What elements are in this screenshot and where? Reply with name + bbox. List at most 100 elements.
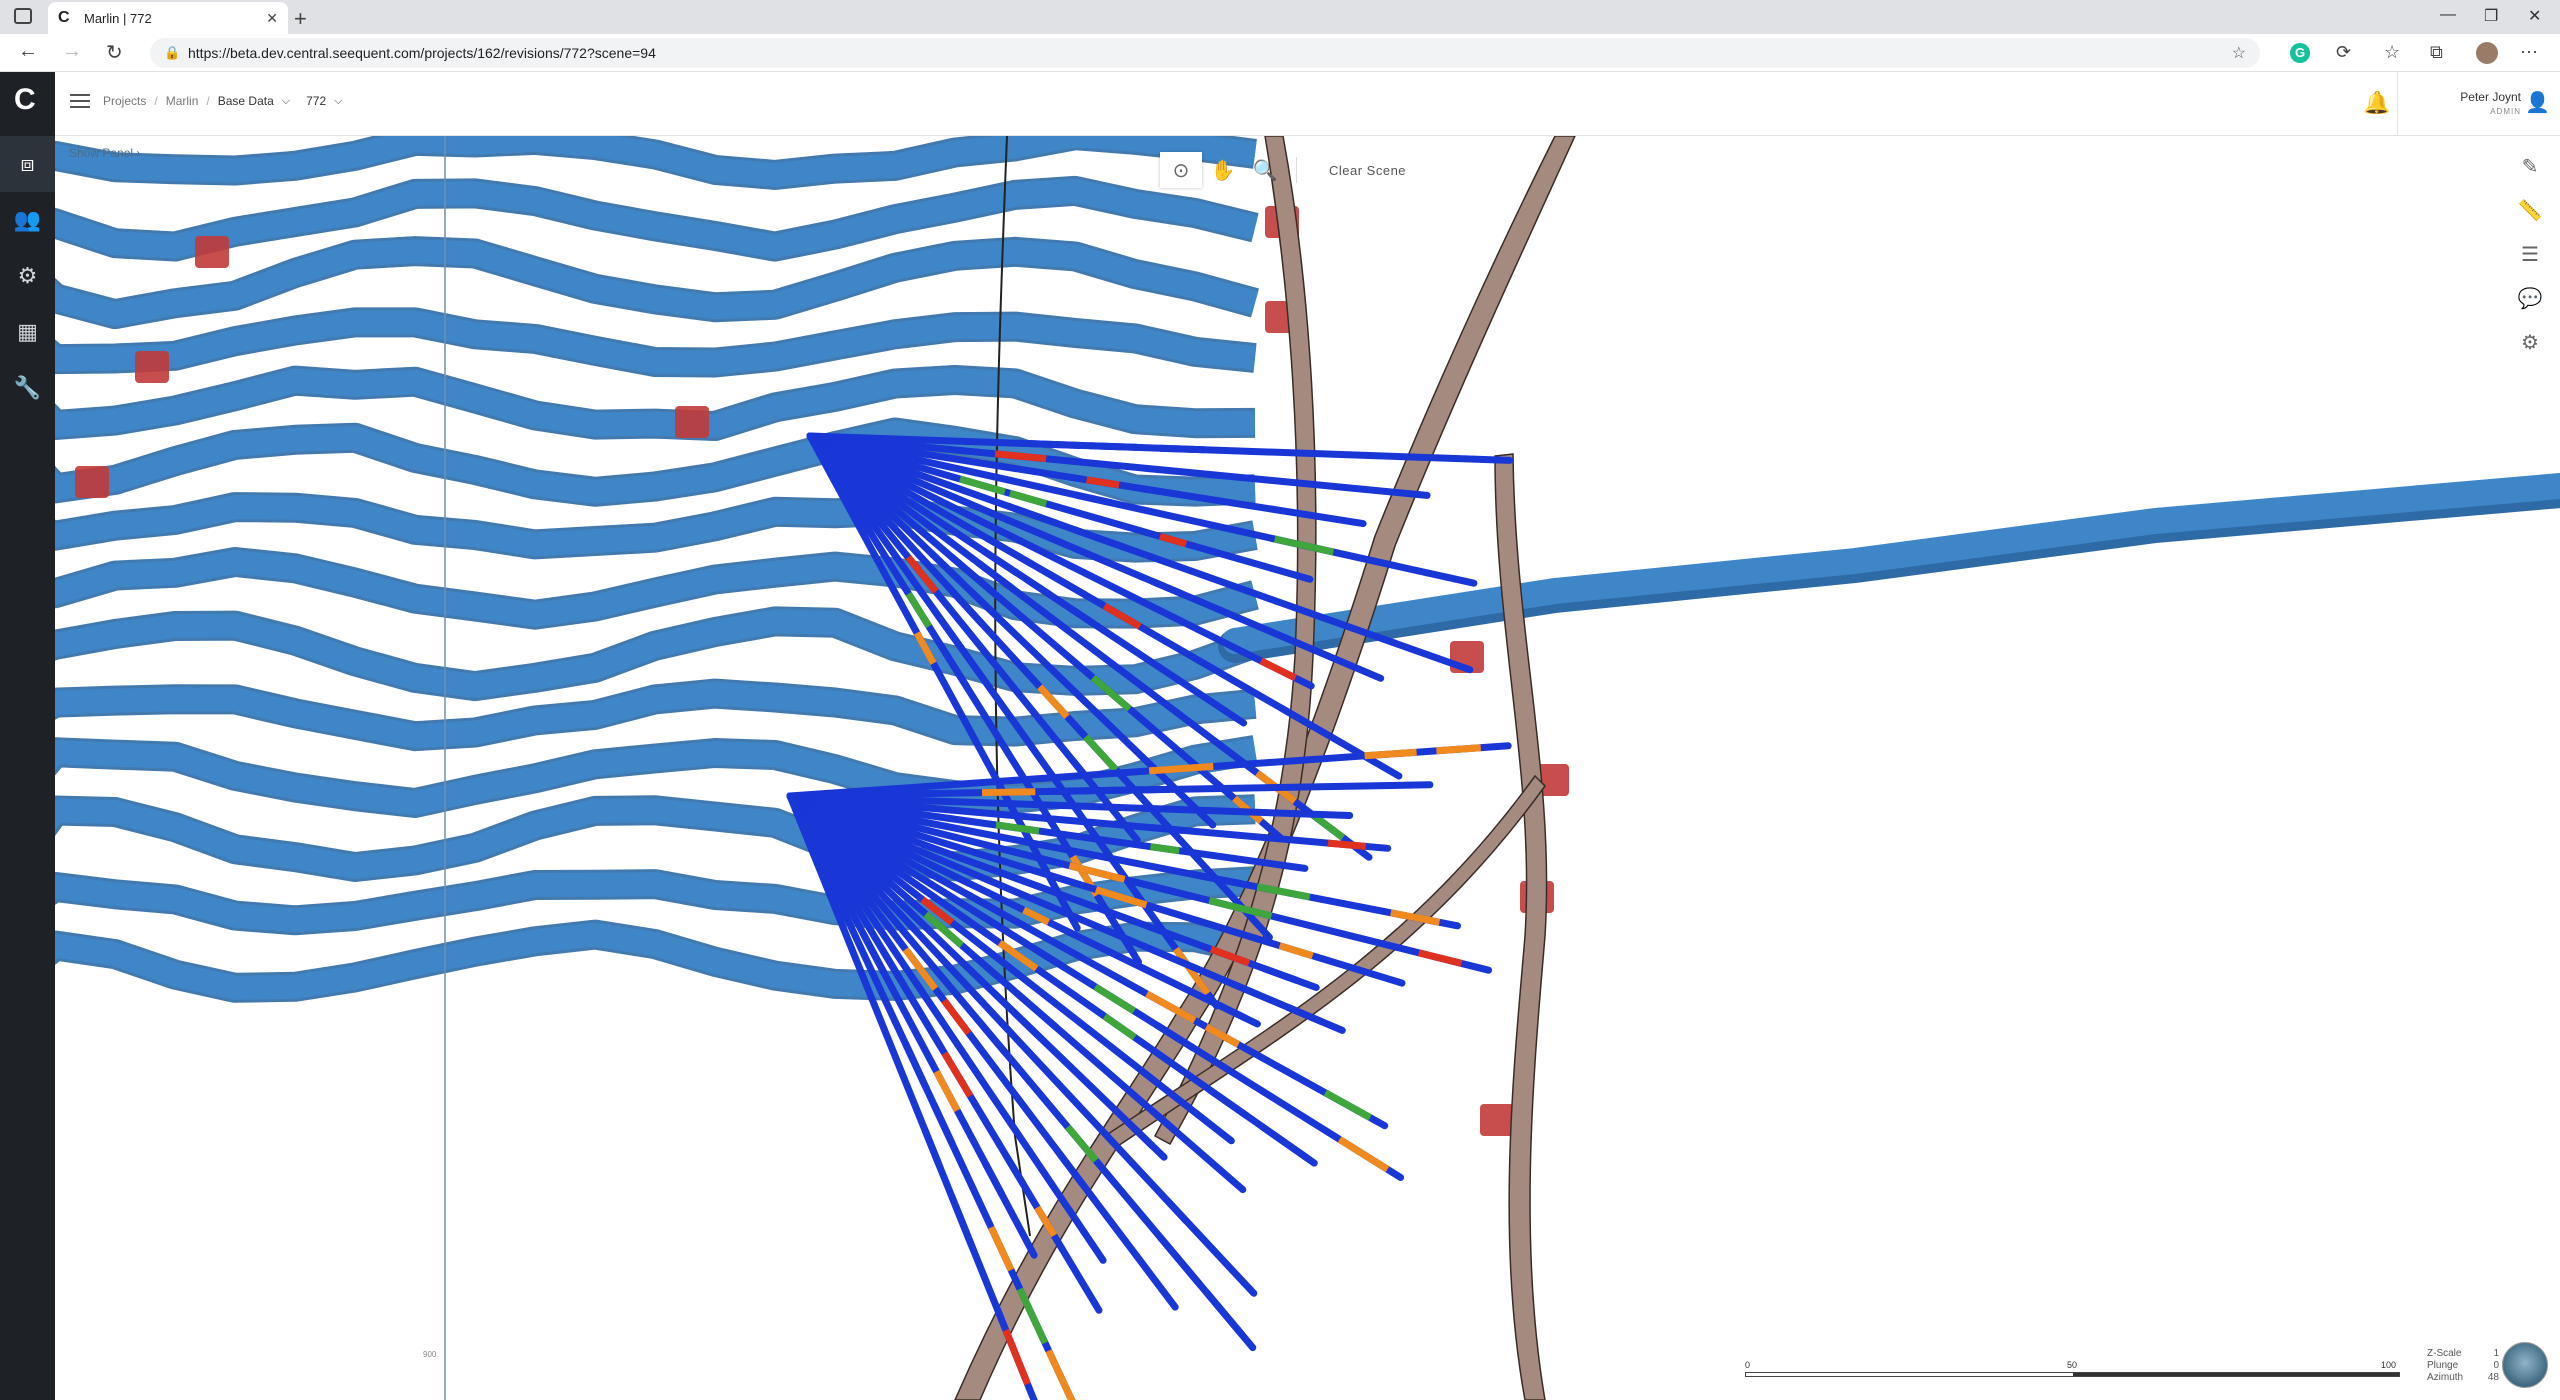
breadcrumb-marlin[interactable]: Marlin: [166, 94, 199, 108]
wrench-icon: 🔧: [13, 375, 42, 400]
user-role: ADMIN: [2490, 107, 2521, 116]
assay-interval: [1259, 657, 1297, 682]
more-menu-icon[interactable]: ⋯: [2520, 42, 2538, 63]
back-arrow-icon[interactable]: ←: [18, 40, 38, 63]
calendar-icon: ▦: [17, 319, 38, 344]
sidebar-item-tools[interactable]: 🔧: [0, 360, 55, 416]
assay-interval: [1089, 442, 1138, 451]
user-icon[interactable]: 👤: [2525, 90, 2550, 115]
assay-interval: [1262, 965, 1299, 984]
browser-tab[interactable]: C Marlin | 772 ✕: [48, 2, 288, 34]
assay-interval: [1016, 1287, 1049, 1345]
assay-interval: [930, 1102, 956, 1145]
annotate-pen-icon[interactable]: ✎: [2515, 154, 2545, 184]
tab-title: Marlin | 772: [84, 10, 152, 26]
assay-interval: [982, 1161, 1006, 1197]
assay-interval: [1011, 1010, 1044, 1042]
scale-label-end: 100: [2381, 1360, 2397, 1370]
breadcrumb-revision[interactable]: 772: [306, 94, 326, 108]
sliders-icon[interactable]: ☰: [2515, 242, 2545, 272]
clear-scene-button[interactable]: Clear Scene: [1307, 152, 1429, 188]
scene-canvas[interactable]: [55, 136, 2560, 1400]
assay-interval: [1158, 1191, 1190, 1224]
close-window-icon[interactable]: ✕: [2528, 6, 2541, 26]
view-readout: Z-Scale 1 Plunge 0 Azimuth 48: [2427, 1348, 2499, 1383]
orbit-tool-icon[interactable]: ⊙: [1160, 152, 1202, 188]
restore-window-icon[interactable]: ❐: [2484, 6, 2498, 26]
assay-interval: [988, 1225, 1015, 1272]
sidebar-item-users[interactable]: 👥: [0, 192, 55, 248]
assay-interval: [1159, 444, 1205, 454]
assay-interval: [981, 788, 1036, 797]
assay-interval: [1259, 1123, 1310, 1162]
seequent-logo-icon[interactable]: C: [14, 85, 42, 115]
cubes-icon: ⧈: [20, 151, 35, 176]
favorite-star-icon[interactable]: ☆: [2232, 43, 2246, 63]
seequent-favicon-icon: C: [58, 9, 70, 26]
assay-interval: [1436, 744, 1482, 755]
hamburger-menu-icon[interactable]: [70, 94, 90, 108]
close-tab-icon[interactable]: ✕: [266, 10, 278, 27]
breadcrumb: Projects / Marlin / Base Data ⌵ 772 ⌵: [103, 94, 358, 108]
minimize-window-icon[interactable]: —: [2440, 6, 2456, 24]
pan-hand-icon[interactable]: ✋: [1202, 152, 1244, 188]
browser-tab-bar: C Marlin | 772 ✕ + — ❐ ✕: [0, 0, 2560, 34]
comment-icon[interactable]: 💬: [2515, 286, 2545, 316]
scene-toolbar: ⊙ ✋ 🔍 Clear Scene: [1160, 152, 1429, 188]
scale-label-start: 0: [1745, 1360, 1751, 1370]
collections-icon[interactable]: ⧉: [2430, 42, 2443, 63]
settings-gear-icon[interactable]: ⚙: [2515, 330, 2545, 360]
assay-interval: [1033, 867, 1070, 885]
assay-interval: [1150, 843, 1180, 855]
zoom-search-icon[interactable]: 🔍: [1244, 152, 1286, 188]
assay-interval: [948, 1195, 976, 1249]
breadcrumb-separator: /: [154, 94, 158, 108]
url-field[interactable]: 🔒 https://beta.dev.central.seequent.com/…: [150, 38, 2260, 68]
assay-interval: [1327, 839, 1367, 850]
new-tab-button[interactable]: +: [294, 6, 307, 32]
assay-interval: [1083, 734, 1119, 773]
scale-bar: 0 50 100: [1745, 1360, 2405, 1380]
forward-arrow-icon[interactable]: →: [62, 40, 82, 63]
axis-tick-label: 900: [423, 1350, 437, 1359]
assay-interval: [1019, 439, 1081, 449]
user-menu[interactable]: Peter Joynt ADMIN: [2435, 90, 2521, 116]
gears-icon: ⚙: [17, 263, 38, 288]
assay-interval: [921, 1128, 942, 1165]
profile-avatar[interactable]: [2476, 42, 2498, 64]
browser-address-bar: ← → ↻ 🔒 https://beta.dev.central.seequen…: [0, 34, 2560, 72]
lock-icon: 🔒: [164, 45, 181, 60]
assay-interval: [994, 450, 1047, 463]
stope-marker: [75, 466, 109, 498]
tab-actions-icon[interactable]: [14, 8, 32, 24]
measure-ruler-icon[interactable]: 📏: [2515, 198, 2545, 228]
view-compass[interactable]: [2502, 1342, 2548, 1388]
3d-scene-viewport[interactable]: Show Panel › ⊙ ✋ 🔍 Clear Scene ✎ 📏 ☰ 💬 ⚙…: [55, 136, 2560, 1400]
assay-interval: [1102, 1013, 1137, 1041]
assay-interval: [1151, 578, 1185, 598]
users-icon: 👥: [13, 207, 42, 232]
chevron-down-icon[interactable]: ⌵: [282, 95, 290, 108]
extensions-icon[interactable]: ⟳: [2336, 42, 2351, 63]
assay-interval: [1148, 762, 1214, 775]
sidebar-item-settings[interactable]: ⚙: [0, 248, 55, 304]
stope-marker: [135, 351, 169, 383]
favorites-icon[interactable]: ☆: [2384, 42, 2400, 63]
tunnel-level: [55, 368, 1256, 438]
assay-interval: [1065, 1124, 1099, 1163]
notifications-bell-icon[interactable]: 🔔: [2363, 90, 2390, 116]
assay-interval: [1207, 1086, 1249, 1119]
breadcrumb-base-data[interactable]: Base Data: [218, 94, 274, 108]
assay-interval: [1323, 1089, 1372, 1121]
reload-icon[interactable]: ↻: [106, 40, 123, 65]
url-text: https://beta.dev.central.seequent.com/pr…: [188, 45, 656, 61]
app-sidebar: C ⧈ 👥 ⚙ ▦ 🔧: [0, 72, 55, 1400]
sidebar-item-calendar[interactable]: ▦: [0, 304, 55, 360]
show-panel-button[interactable]: Show Panel ›: [69, 146, 140, 160]
chevron-down-icon[interactable]: ⌵: [334, 95, 342, 108]
breadcrumb-projects[interactable]: Projects: [103, 94, 146, 108]
grammarly-extension-icon[interactable]: G: [2290, 43, 2310, 63]
sidebar-item-scene[interactable]: ⧈: [0, 136, 55, 192]
breadcrumb-separator: /: [206, 94, 210, 108]
assay-interval: [1417, 949, 1463, 967]
